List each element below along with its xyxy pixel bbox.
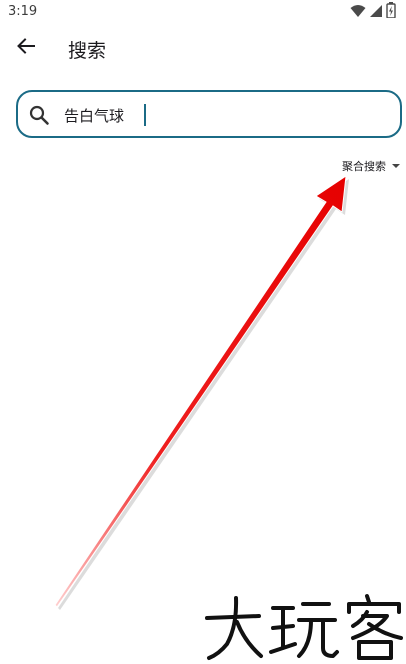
battery-icon <box>386 2 396 22</box>
search-mode-label: 聚合搜索 <box>342 160 386 173</box>
caret-down-icon <box>392 164 400 168</box>
page-title: 搜索 <box>68 40 107 62</box>
back-button[interactable] <box>10 32 42 64</box>
status-icons <box>350 2 396 22</box>
arrow-left-icon <box>16 36 36 60</box>
search-icon <box>28 104 50 126</box>
search-box[interactable] <box>16 90 402 138</box>
wifi-icon <box>350 3 366 22</box>
status-time: 3:19 <box>8 4 38 19</box>
watermark-logo <box>205 594 403 660</box>
text-cursor <box>144 104 146 126</box>
app-bar: 搜索 <box>0 24 406 72</box>
status-bar: 3:19 <box>0 0 406 24</box>
search-input[interactable] <box>64 101 364 129</box>
search-mode-dropdown[interactable]: 聚合搜索 <box>342 157 400 175</box>
cellular-signal-icon <box>369 3 383 22</box>
